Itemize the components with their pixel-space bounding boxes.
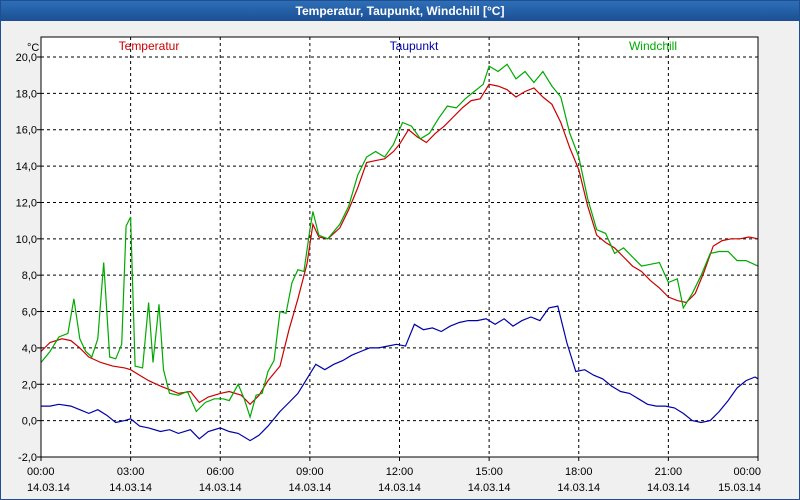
- legend-entry-taupunkt: Taupunkt: [390, 39, 439, 53]
- y-tick-label: 14,0: [16, 161, 37, 173]
- x-tick-time: 12:00: [386, 466, 414, 478]
- x-tick-date: 14.03.14: [288, 482, 331, 494]
- x-tick-time: 15:00: [475, 466, 503, 478]
- x-tick-date: 15.03.14: [718, 482, 761, 494]
- legend-entry-windchill: Windchill: [629, 39, 677, 53]
- x-tick-time: 03:00: [117, 466, 145, 478]
- y-tick-label: 12,0: [16, 197, 37, 209]
- x-tick-date: 14.03.14: [27, 482, 70, 494]
- x-tick-time: 00:00: [733, 466, 761, 478]
- y-tick-label: 0,0: [22, 416, 37, 428]
- chart-window: Temperatur, Taupunkt, Windchill [°C] 20,…: [0, 0, 800, 500]
- y-axis-unit: °C: [27, 42, 39, 54]
- y-tick-label: -2,0: [18, 452, 37, 464]
- x-tick-date: 14.03.14: [557, 482, 600, 494]
- y-tick-label: 2,0: [22, 379, 37, 391]
- y-tick-label: 8,0: [22, 270, 37, 282]
- y-tick-label: 16,0: [16, 125, 37, 137]
- x-tick-date: 14.03.14: [109, 482, 152, 494]
- x-tick-date: 14.03.14: [199, 482, 242, 494]
- x-tick-date: 14.03.14: [647, 482, 690, 494]
- y-tick-label: 10,0: [16, 234, 37, 246]
- x-tick-date: 14.03.14: [468, 482, 511, 494]
- x-tick-time: 18:00: [565, 466, 593, 478]
- x-tick-date: 14.03.14: [378, 482, 421, 494]
- x-tick-time: 00:00: [27, 466, 55, 478]
- x-tick-time: 21:00: [655, 466, 683, 478]
- y-tick-label: 6,0: [22, 307, 37, 319]
- legend-entry-temperatur: Temperatur: [119, 39, 180, 53]
- line-chart: 20,018,016,014,012,010,08,06,04,02,00,0-…: [16, 36, 761, 494]
- x-tick-time: 09:00: [296, 466, 324, 478]
- y-tick-label: 18,0: [16, 88, 37, 100]
- window-title: Temperatur, Taupunkt, Windchill [°C]: [1, 1, 799, 21]
- y-tick-label: 4,0: [22, 343, 37, 355]
- x-tick-time: 06:00: [206, 466, 234, 478]
